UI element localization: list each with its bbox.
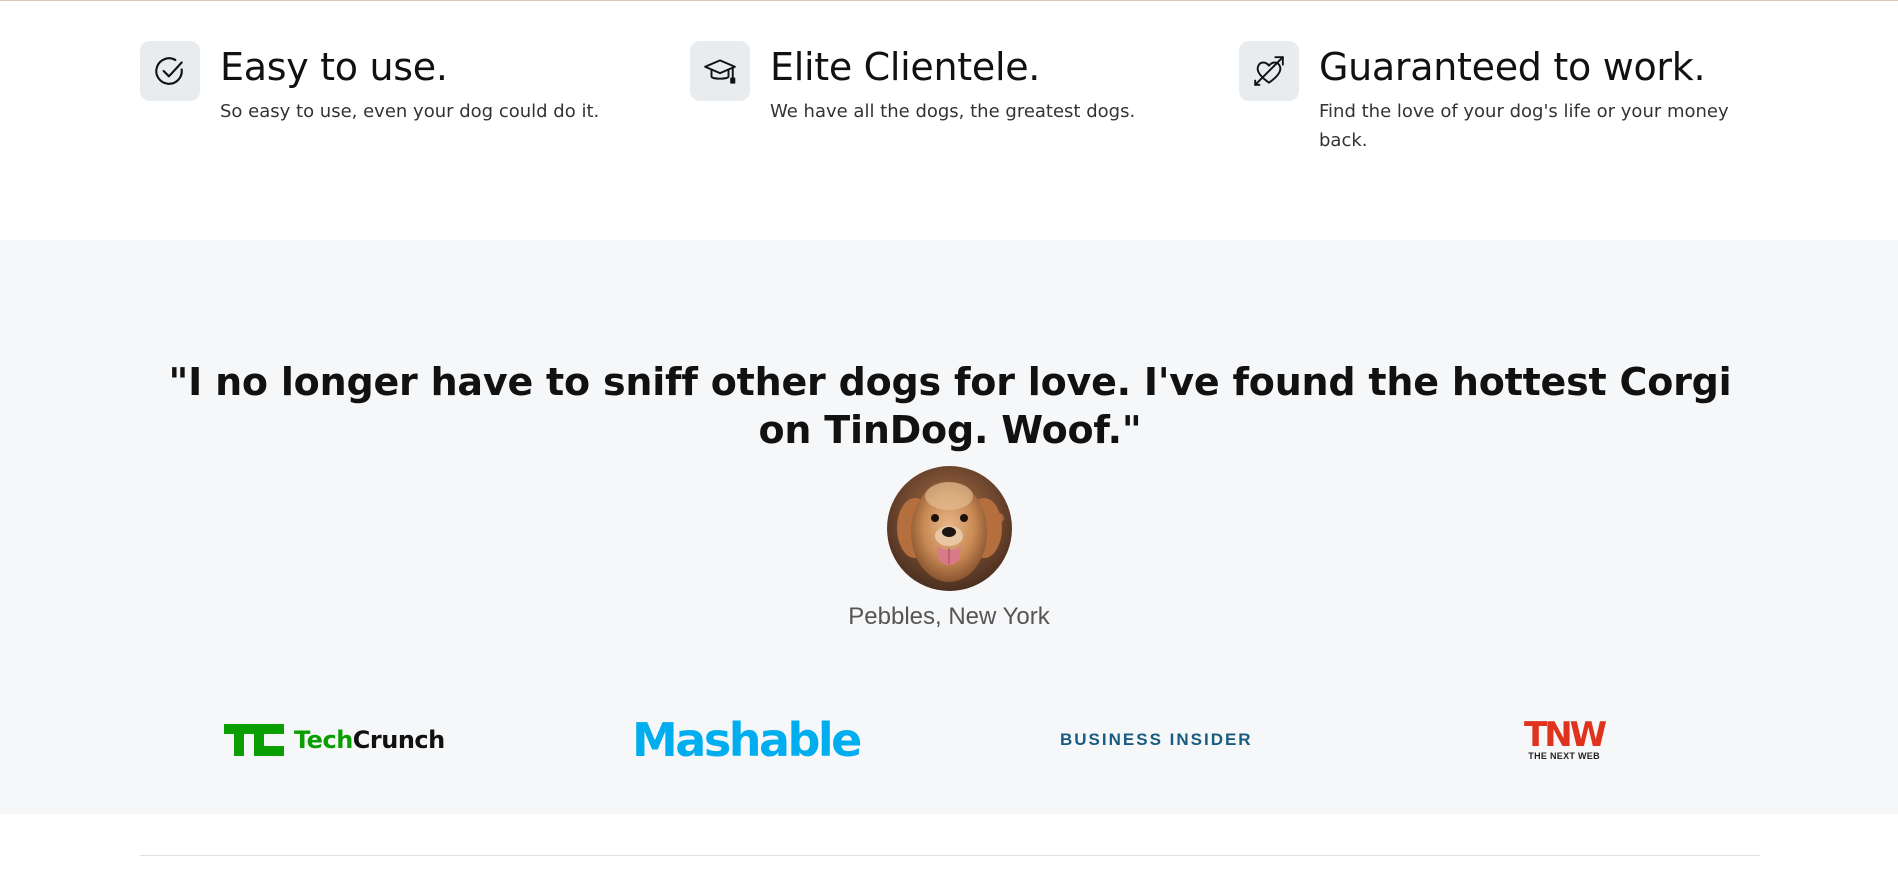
feature-easy-to-use: Easy to use. So easy to use, even your d… [140,41,660,126]
mortarboard-icon [690,41,750,101]
bottom-divider [140,855,1760,856]
features-section: Easy to use. So easy to use, even your d… [140,41,1760,201]
feature-elite-clientele: Elite Clientele. We have all the dogs, t… [690,41,1210,126]
feature-guaranteed: Guaranteed to work. Find the love of you… [1239,41,1759,155]
heart-arrow-icon [1239,41,1299,101]
testimonial-section: "I no longer have to sniff other dogs fo… [0,240,1898,814]
tnw-tagline: THE NEXT WEB [1528,751,1600,761]
testimonial-quote: "I no longer have to sniff other dogs fo… [168,360,1732,452]
feature-description: We have all the dogs, the greatest dogs. [770,101,1136,122]
business-insider-logo: BUSINESS INSIDER [1060,710,1253,770]
feature-title: Easy to use. [220,45,448,89]
testimonial-author: Pebbles, New York [848,603,1050,630]
feature-title: Guaranteed to work. [1319,45,1706,89]
business-insider-wordmark: BUSINESS INSIDER [1060,730,1253,749]
check-circle-icon [140,41,200,101]
feature-title: Elite Clientele. [770,45,1041,89]
feature-description: So easy to use, even your dog could do i… [220,101,600,122]
avatar [887,466,1012,591]
press-logos: TechCrunch Mashable BUSINESS INSIDER TNW… [140,710,1760,770]
mashable-logo: Mashable [632,710,862,770]
techcrunch-mark-icon [224,724,284,756]
mashable-wordmark: Mashable [632,713,862,767]
top-divider [0,0,1898,1]
techcrunch-suffix: Crunch [352,726,445,754]
tnw-mark: TNW [1524,715,1607,755]
feature-description: Find the love of your dog's life or your… [1319,101,1729,151]
tnw-logo: TNW THE NEXT WEB [1524,710,1607,770]
techcrunch-prefix: Tech [294,726,353,754]
techcrunch-logo: TechCrunch [224,710,445,770]
